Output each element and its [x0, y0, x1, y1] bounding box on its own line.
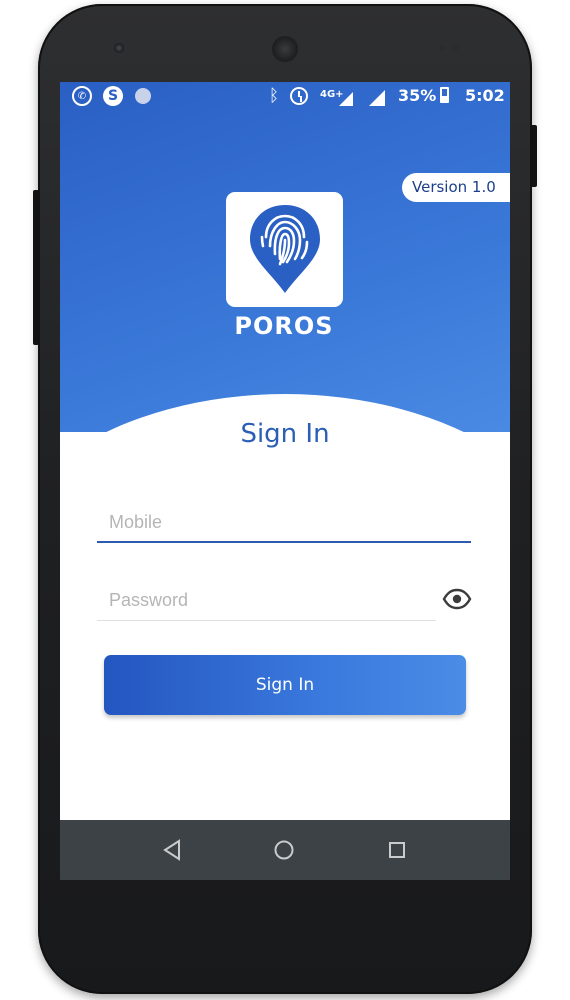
app-screen: ✆ S ᛒ 4G+ 35% 5:02 Version 1.0 POROS Sig…: [60, 82, 510, 880]
skype-icon: S: [103, 86, 123, 106]
password-input[interactable]: [97, 581, 436, 621]
wifi-signal-icon: [369, 90, 385, 106]
battery-icon: [440, 87, 449, 103]
recents-square-icon[interactable]: [383, 836, 411, 864]
sign-in-button[interactable]: Sign In: [104, 655, 466, 715]
whatsapp-icon: ✆: [72, 86, 92, 106]
bluetooth-icon: ᛒ: [268, 86, 280, 106]
page-title: Sign In: [240, 419, 330, 449]
front-camera: [114, 43, 124, 53]
mobile-input[interactable]: [97, 503, 471, 543]
eye-icon[interactable]: [442, 588, 472, 614]
earpiece-speaker: [272, 36, 298, 62]
proximity-sensor: [439, 45, 445, 51]
battery-percent: 35%: [398, 85, 437, 105]
light-sensor: [452, 45, 458, 51]
notification-dot-icon: [135, 88, 151, 104]
cell-signal-icon: [339, 92, 353, 106]
fingerprint-pin-icon: [250, 205, 320, 293]
version-badge: Version 1.0: [402, 173, 510, 202]
back-triangle-icon[interactable]: [158, 836, 186, 864]
status-bar: ✆ S ᛒ 4G+ 35% 5:02: [60, 82, 510, 110]
system-nav-bar: [60, 820, 510, 880]
status-time: 5:02: [465, 85, 505, 105]
brand-name: POROS: [234, 312, 334, 340]
app-logo: [226, 192, 343, 307]
alarm-icon: [290, 87, 308, 105]
home-circle-icon[interactable]: [270, 836, 298, 864]
